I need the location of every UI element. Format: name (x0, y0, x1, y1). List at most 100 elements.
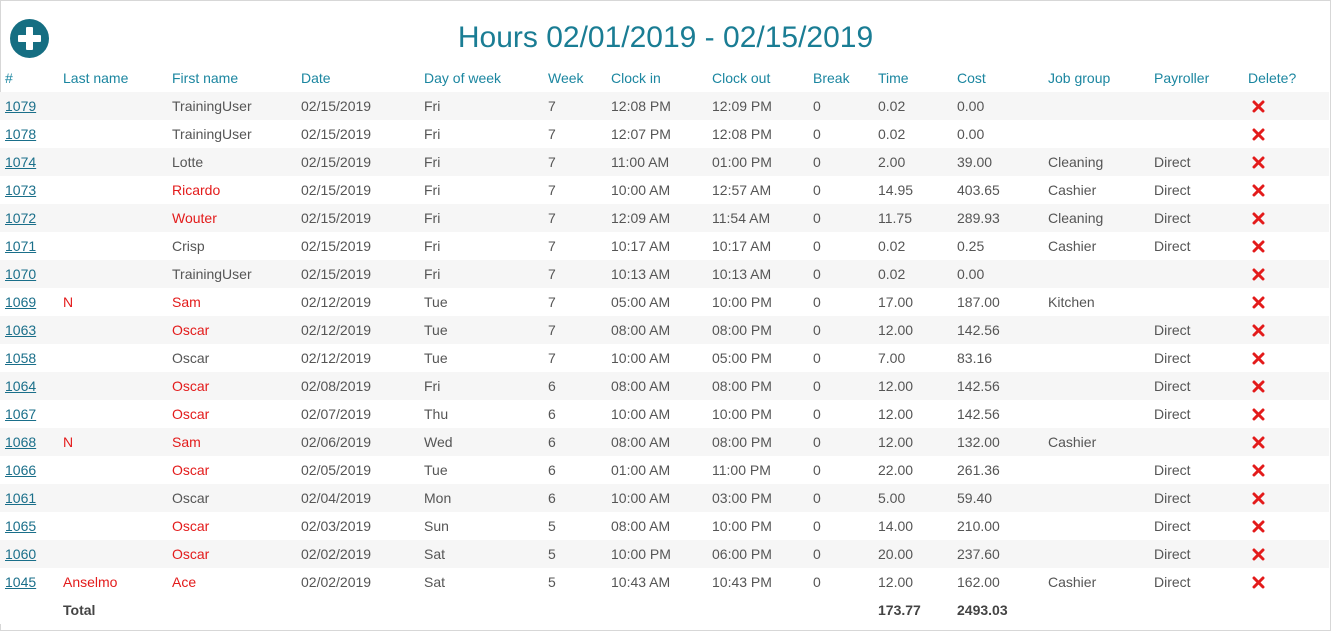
delete-x-icon[interactable] (1252, 548, 1265, 561)
delete-x-icon[interactable] (1252, 408, 1265, 421)
column-header-cost[interactable]: Cost (957, 64, 1048, 92)
last-name-cell: N (63, 288, 172, 316)
column-header-time[interactable]: Time (878, 64, 957, 92)
date-cell: 02/03/2019 (301, 512, 424, 540)
column-header-clock-in[interactable]: Clock in (611, 64, 712, 92)
day-of-week-cell: Sat (424, 540, 548, 568)
entry-id-link[interactable]: 1060 (5, 546, 36, 562)
clock-in-cell: 10:00 AM (611, 344, 712, 372)
day-of-week-cell: Fri (424, 232, 548, 260)
cost-cell: 0.00 (957, 260, 1048, 288)
entry-id-link[interactable]: 1061 (5, 490, 36, 506)
entry-id-link[interactable]: 1069 (5, 294, 36, 310)
delete-x-icon[interactable] (1252, 212, 1265, 225)
last-name-cell (63, 400, 172, 428)
clock-out-cell: 03:00 PM (712, 484, 813, 512)
job-group-cell: Cleaning (1048, 148, 1154, 176)
delete-x-icon[interactable] (1252, 520, 1265, 533)
break-cell: 0 (813, 512, 878, 540)
delete-x-icon[interactable] (1252, 380, 1265, 393)
entry-id-link[interactable]: 1065 (5, 518, 36, 534)
break-cell: 0 (813, 120, 878, 148)
entry-id-link[interactable]: 1063 (5, 322, 36, 338)
last-name-cell (63, 344, 172, 372)
date-cell: 02/15/2019 (301, 92, 424, 120)
delete-x-icon[interactable] (1252, 184, 1265, 197)
day-of-week-cell: Fri (424, 148, 548, 176)
column-header-day-of-week[interactable]: Day of week (424, 64, 548, 92)
delete-x-icon[interactable] (1252, 128, 1265, 141)
column-header-clock-out[interactable]: Clock out (712, 64, 813, 92)
page-title: Hours 02/01/2019 - 02/15/2019 (457, 21, 874, 54)
column-header-break[interactable]: Break (813, 64, 878, 92)
clock-in-cell: 10:43 AM (611, 568, 712, 596)
job-group-cell (1048, 484, 1154, 512)
entry-id-link[interactable]: 1066 (5, 462, 36, 478)
entry-id-link[interactable]: 1073 (5, 182, 36, 198)
table-row: 1074 Lotte 02/15/2019 Fri 7 11:00 AM 01:00 PM 0… (0, 148, 1329, 176)
clock-out-cell: 12:09 PM (712, 92, 813, 120)
date-cell: 02/12/2019 (301, 288, 424, 316)
cost-cell: 237.60 (957, 540, 1048, 568)
table-row: 1079 TrainingUser 02/15/2019 Fri 7 12:08 PM 12… (0, 92, 1329, 120)
last-name-cell (63, 176, 172, 204)
cost-cell: 142.56 (957, 400, 1048, 428)
job-group-cell (1048, 456, 1154, 484)
cost-cell: 187.00 (957, 288, 1048, 316)
first-name-cell: Sam (172, 428, 301, 456)
clock-in-cell: 05:00 AM (611, 288, 712, 316)
week-cell: 7 (548, 92, 611, 120)
column-header-job-group[interactable]: Job group (1048, 64, 1154, 92)
entry-id-link[interactable]: 1064 (5, 378, 36, 394)
first-name-cell: Oscar (172, 512, 301, 540)
day-of-week-cell: Fri (424, 372, 548, 400)
time-cell: 12.00 (878, 568, 957, 596)
entry-id-link[interactable]: 1079 (5, 98, 36, 114)
entry-id-link[interactable]: 1072 (5, 210, 36, 226)
column-header-number[interactable]: # (0, 64, 63, 92)
delete-x-icon[interactable] (1252, 352, 1265, 365)
delete-x-icon[interactable] (1252, 156, 1265, 169)
job-group-cell (1048, 400, 1154, 428)
table-row: 1045 Anselmo Ace 02/02/2019 Sat 5 10:43 AM 10:4… (0, 568, 1329, 596)
table-header-row: # Last name First name Date Day of week … (0, 64, 1329, 92)
column-header-date[interactable]: Date (301, 64, 424, 92)
entry-id-link[interactable]: 1070 (5, 266, 36, 282)
delete-x-icon[interactable] (1252, 324, 1265, 337)
clock-out-cell: 08:00 PM (712, 372, 813, 400)
first-name-cell: Ace (172, 568, 301, 596)
last-name-cell (63, 372, 172, 400)
time-cell: 2.00 (878, 148, 957, 176)
clock-out-cell: 06:00 PM (712, 540, 813, 568)
clock-out-cell: 08:00 PM (712, 428, 813, 456)
entry-id-link[interactable]: 1068 (5, 434, 36, 450)
delete-x-icon[interactable] (1252, 240, 1265, 253)
entry-id-link[interactable]: 1045 (5, 574, 36, 590)
entry-id-link[interactable]: 1078 (5, 126, 36, 142)
first-name-cell: Oscar (172, 316, 301, 344)
delete-x-icon[interactable] (1252, 436, 1265, 449)
clock-out-cell: 10:13 AM (712, 260, 813, 288)
entry-id-link[interactable]: 1071 (5, 238, 36, 254)
cost-cell: 59.40 (957, 484, 1048, 512)
entry-id-link[interactable]: 1074 (5, 154, 36, 170)
column-header-last-name[interactable]: Last name (63, 64, 172, 92)
clock-out-cell: 11:54 AM (712, 204, 813, 232)
delete-x-icon[interactable] (1252, 576, 1265, 589)
column-header-first-name[interactable]: First name (172, 64, 301, 92)
entry-id-link[interactable]: 1067 (5, 406, 36, 422)
clock-out-cell: 10:00 PM (712, 288, 813, 316)
delete-x-icon[interactable] (1252, 268, 1265, 281)
column-header-payroller[interactable]: Payroller (1154, 64, 1248, 92)
clock-out-cell: 10:00 PM (712, 400, 813, 428)
week-cell: 6 (548, 372, 611, 400)
delete-x-icon[interactable] (1252, 296, 1265, 309)
table-row: 1069 N Sam 02/12/2019 Tue 7 05:00 AM 10:00 PM 0 1… (0, 288, 1329, 316)
delete-x-icon[interactable] (1252, 492, 1265, 505)
clock-out-cell: 10:43 PM (712, 568, 813, 596)
day-of-week-cell: Tue (424, 344, 548, 372)
column-header-week[interactable]: Week (548, 64, 611, 92)
delete-x-icon[interactable] (1252, 100, 1265, 113)
entry-id-link[interactable]: 1058 (5, 350, 36, 366)
delete-x-icon[interactable] (1252, 464, 1265, 477)
